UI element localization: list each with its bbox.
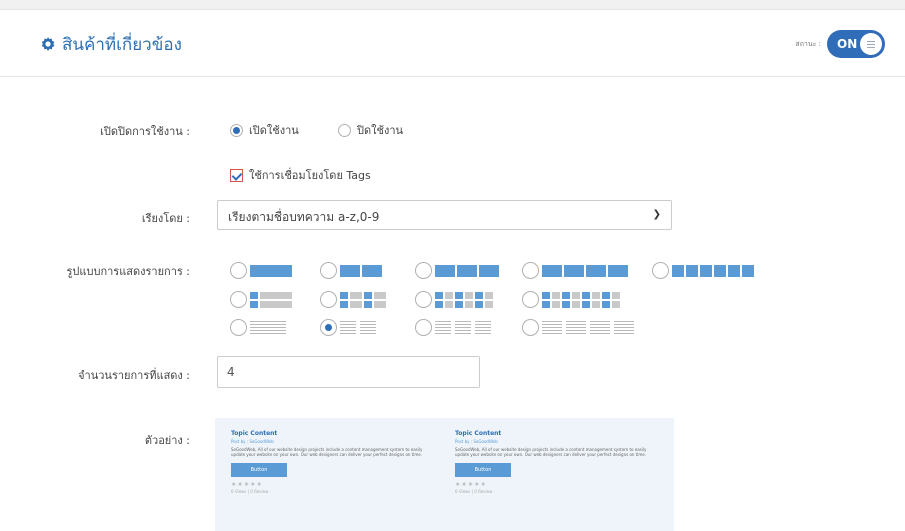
layout-3-preview-icon [435, 264, 499, 277]
layout-9-preview-icon [542, 291, 620, 308]
card-description: SoGoodWeb, All of our website design pro… [231, 447, 423, 457]
tags-text: ใช้การเชื่อมโยงโดย Tags [249, 169, 371, 182]
layout-radio[interactable] [415, 262, 432, 279]
toggle-knob [860, 33, 882, 55]
layout-4-preview-icon [542, 264, 628, 277]
panel-title: สินค้าที่เกี่ยวข้อง [40, 31, 182, 58]
status-label: สถานะ : [795, 39, 821, 48]
top-strip [0, 0, 905, 10]
layout-option-7[interactable] [320, 291, 386, 308]
layout-option-3[interactable] [415, 262, 499, 279]
layout-radio[interactable] [230, 262, 247, 279]
layout-option-6[interactable] [230, 291, 292, 308]
preview-panel: Topic Content Post by : SoGoodWeb SoGood… [215, 418, 674, 531]
sort-select-value: เรียงตามชื่อบทความ a-z,0-9 [228, 210, 380, 224]
card-rating-stars: ★★★★★ [231, 481, 263, 488]
layout-radio[interactable] [522, 262, 539, 279]
layout-option-2[interactable] [320, 262, 382, 279]
enable-on-text: เปิดใช้งาน [249, 124, 299, 137]
status-area: สถานะ : ON [795, 30, 885, 58]
enable-on-radio[interactable] [230, 123, 243, 137]
panel-title-text: สินค้าที่เกี่ยวข้อง [62, 35, 182, 55]
layout-13-preview-icon [542, 321, 634, 334]
layout-10-preview-icon [250, 321, 286, 334]
count-input[interactable]: 4 [217, 356, 480, 388]
sort-label: เรียงโดย : [141, 212, 190, 225]
card-description: SoGoodWeb, All of our website design pro… [455, 447, 647, 457]
layout-radio[interactable] [230, 319, 247, 336]
enable-off-radio[interactable] [338, 123, 351, 137]
preview-label: ตัวอย่าง : [144, 434, 190, 447]
preview-card: Topic Content Post by : SoGoodWeb SoGood… [455, 430, 660, 494]
header-divider [0, 76, 905, 77]
layout-12-preview-icon [435, 321, 491, 334]
layout-option-5[interactable] [652, 262, 754, 279]
tags-option[interactable]: ใช้การเชื่อมโยงโดย Tags [230, 166, 371, 184]
card-title: Topic Content [231, 430, 278, 437]
layout-radio[interactable] [320, 262, 337, 279]
layout-radio[interactable] [415, 291, 432, 308]
card-meta: 0 Views | 0 Review [231, 489, 269, 494]
layout-option-11[interactable] [320, 319, 376, 336]
enable-label: เปิดปิดการใช้งาน : [100, 125, 190, 138]
layout-radio[interactable] [522, 291, 539, 308]
card-button[interactable]: Button [231, 463, 287, 477]
layout-radio[interactable] [320, 319, 337, 336]
layout-7-preview-icon [340, 291, 386, 308]
layout-11-preview-icon [340, 321, 376, 334]
tags-checkbox[interactable] [230, 168, 243, 182]
card-meta: 0 Views | 0 Review [455, 489, 493, 494]
toggle-on-label: ON [837, 37, 858, 51]
layout-option-9[interactable] [522, 291, 620, 308]
layout-radio[interactable] [522, 319, 539, 336]
layout-radio[interactable] [652, 262, 669, 279]
card-rating-stars: ★★★★★ [455, 481, 487, 488]
gear-icon [40, 36, 56, 53]
layout-radio[interactable] [320, 291, 337, 308]
status-toggle[interactable]: ON [827, 30, 885, 58]
layout-radio[interactable] [230, 291, 247, 308]
layout-radio[interactable] [415, 319, 432, 336]
panel-header: สินค้าที่เกี่ยวข้อง สถานะ : ON [0, 10, 905, 74]
card-subtitle: Post by : SoGoodWeb [455, 439, 498, 444]
layout-8-preview-icon [435, 291, 493, 308]
layout-5-preview-icon [672, 264, 754, 277]
sort-select[interactable]: เรียงตามชื่อบทความ a-z,0-9 ❯ [217, 200, 672, 230]
card-button[interactable]: Button [455, 463, 511, 477]
layout-option-4[interactable] [522, 262, 628, 279]
chevron-down-icon: ❯ [652, 209, 661, 220]
layout-option-10[interactable] [230, 319, 286, 336]
layout-1-preview-icon [250, 264, 292, 277]
layout-option-13[interactable] [522, 319, 634, 336]
card-title: Topic Content [455, 430, 502, 437]
layout-label: รูปแบบการแสดงรายการ : [66, 265, 191, 278]
card-subtitle: Post by : SoGoodWeb [231, 439, 274, 444]
layout-option-8[interactable] [415, 291, 493, 308]
enable-off-text: ปิดใช้งาน [357, 124, 404, 137]
preview-card: Topic Content Post by : SoGoodWeb SoGood… [231, 430, 436, 494]
enable-on-option[interactable]: เปิดใช้งาน [230, 121, 299, 139]
layout-option-12[interactable] [415, 319, 491, 336]
enable-off-option[interactable]: ปิดใช้งาน [338, 121, 403, 139]
count-label: จำนวนรายการที่แสดง : [78, 369, 190, 382]
layout-6-preview-icon [250, 291, 292, 308]
count-input-value: 4 [227, 365, 235, 379]
layout-2-preview-icon [340, 264, 382, 277]
layout-option-1[interactable] [230, 262, 292, 279]
